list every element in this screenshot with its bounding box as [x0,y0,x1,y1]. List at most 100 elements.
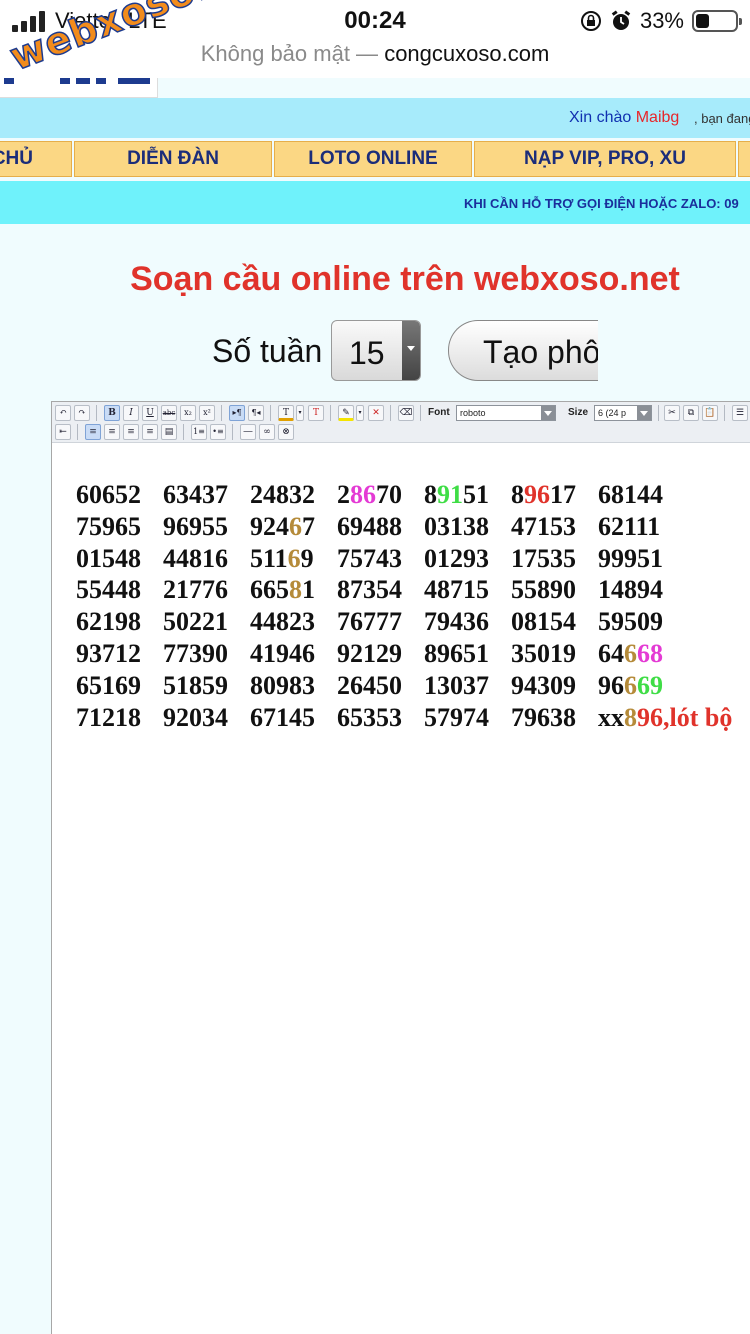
nav-item-home[interactable]: CHỦ [0,141,72,177]
align-right-icon[interactable]: ≡ [123,424,139,440]
number-segment: 79436 [424,607,489,637]
undo-icon[interactable]: ↶ [55,405,71,421]
remove-highlight-icon[interactable]: ✕ [368,405,384,421]
align-center-icon[interactable]: ≡ [104,424,120,440]
text-color-icon[interactable]: T [278,405,294,421]
editor-toolbar: ↶ ↷ B I U abc x₂ x² ▸¶ ¶◂ T ▾ T ✎ ▾ ✕ ⌫ … [52,402,750,443]
number-segment: 665 [250,575,289,605]
strikethrough-icon[interactable]: abc [161,405,177,421]
unlink-icon[interactable]: ⊗ [278,424,294,440]
font-value: roboto [460,408,486,418]
nav-item-forum[interactable]: DIỄN ĐÀN [74,141,272,177]
number-segment: 13037 [424,670,489,700]
number-segment: 89651 [424,638,489,668]
number-segment: 60652 [76,480,141,509]
number-segment: 08154 [511,607,576,637]
weeks-value: 15 [349,335,385,371]
number-cell: 75965 [76,512,141,542]
number-cell: 08154 [511,607,576,637]
number-segment: 77390 [163,638,228,668]
subscript-icon[interactable]: x₂ [180,405,196,421]
number-cell: 66581 [250,575,315,605]
eraser-icon[interactable]: ⌫ [398,405,414,421]
unordered-list-icon[interactable]: •≡ [210,424,226,440]
number-cell: 92129 [337,639,402,669]
align-left-icon[interactable]: ≡ [85,424,101,440]
rtl-icon[interactable]: ¶◂ [248,405,264,421]
size-select[interactable]: 6 (24 p [594,405,652,421]
number-cell: 65353 [337,703,402,733]
highlight-dropdown[interactable]: ▾ [356,405,364,421]
address-bar[interactable]: Không bảo mật — congcuxoso.com [0,40,750,78]
greeting-bar: Xin chào Maibg , bạn đang [0,98,750,138]
horizontal-rule-icon[interactable]: ― [240,424,256,440]
number-cell: 55890 [511,575,576,605]
number-segment: 99951 [598,543,663,573]
number-segment: 96,lót bộ [637,702,733,732]
number-segment: 86 [350,480,376,509]
username-link[interactable]: Maibg [636,109,680,126]
support-banner: KHI CẦN HỖ TRỢ GỌI ĐIỆN HOẶC ZALO: 09 [0,181,750,224]
number-segment: 80983 [250,670,315,700]
number-cell: 62198 [76,607,141,637]
number-cell: 48715 [424,575,489,605]
number-segment: 64 [598,638,624,668]
remove-color-icon[interactable]: T [308,405,324,421]
highlight-icon[interactable]: ✎ [338,405,354,421]
number-segment: 75743 [337,543,402,573]
number-cell: 47153 [511,512,576,542]
italic-icon[interactable]: I [123,405,139,421]
underline-icon[interactable]: U [142,405,158,421]
number-cell: 24832 [250,480,315,510]
text-color-dropdown[interactable]: ▾ [296,405,304,421]
align-justify-icon[interactable]: ≡ [142,424,158,440]
ordered-list-icon[interactable]: 1≡ [191,424,207,440]
rotation-lock-icon [580,11,601,31]
number-cell: 87354 [337,575,402,605]
chevron-down-icon [402,321,420,380]
cut-icon[interactable]: ✂ [664,405,680,421]
number-segment: 8 [511,480,524,509]
number-segment: 03138 [424,511,489,541]
number-cell: 51859 [163,671,228,701]
number-cell: 41946 [250,639,315,669]
number-segment: 35019 [511,638,576,668]
page: Viettel LTE 00:24 33% Không bảo mật — co… [0,0,750,1334]
size-value: 6 (24 p [598,408,627,418]
number-cell: 89651 [424,639,489,669]
number-cell: 01293 [424,544,489,574]
redo-icon[interactable]: ↷ [74,405,90,421]
copy-icon[interactable]: ⧉ [683,405,699,421]
align-full-icon[interactable]: ▤ [161,424,177,440]
number-segment: 6 [289,511,302,541]
page-title: Soạn cầu online trên webxoso.net [130,260,680,298]
number-segment: 50221 [163,607,228,637]
superscript-icon[interactable]: x² [199,405,215,421]
greeting-tail: , bạn đang [694,111,750,126]
font-select[interactable]: roboto [456,405,556,421]
nav-item-loto-online[interactable]: LOTO ONLINE [274,141,472,177]
nav-item-topup[interactable]: NẠP VIP, PRO, XU [474,141,736,177]
outdent-icon[interactable]: ⇤ [55,424,71,440]
number-segment: 511 [250,543,288,573]
rich-text-editor[interactable]: ↶ ↷ B I U abc x₂ x² ▸¶ ¶◂ T ▾ T ✎ ▾ ✕ ⌫ … [51,401,750,1334]
number-cell: 03138 [424,512,489,542]
indent-icon[interactable]: ☰ [732,405,748,421]
number-segment: 2 [337,480,350,509]
number-segment: 24832 [250,480,315,509]
site-logo[interactable] [0,78,158,98]
create-button[interactable]: Tạo phô [448,320,598,381]
number-segment: 57974 [424,702,489,732]
number-segment: 92129 [337,638,402,668]
bold-icon[interactable]: B [104,405,120,421]
paste-icon[interactable]: 📋 [702,405,718,421]
number-segment: 93712 [76,638,141,668]
number-segment: 7 [302,511,315,541]
link-icon[interactable]: ∞ [259,424,275,440]
number-segment: 6 [287,543,301,573]
nav-item-more[interactable] [738,141,750,177]
number-cell: 89151 [424,480,489,510]
alarm-icon [611,10,631,30]
weeks-select[interactable]: 15 [331,320,421,381]
ltr-icon[interactable]: ▸¶ [229,405,245,421]
